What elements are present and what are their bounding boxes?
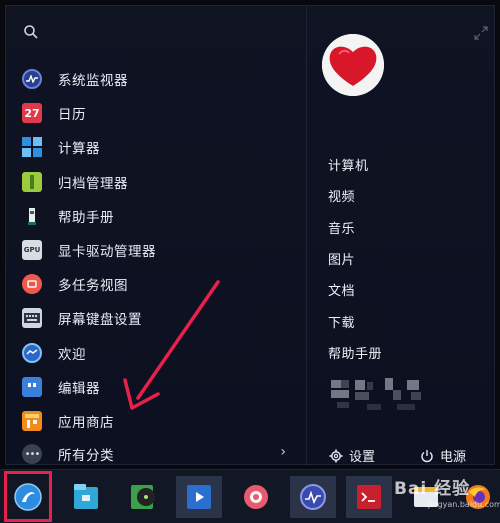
search-icon[interactable]: [23, 24, 39, 40]
taskbar-file-manager[interactable]: [63, 476, 109, 518]
welcome-icon: [22, 342, 42, 363]
app-store-icon: [22, 410, 42, 431]
editor-icon: [22, 376, 42, 397]
app-item-calendar[interactable]: 27 日历: [6, 96, 306, 130]
taskbar-control-center[interactable]: [233, 476, 279, 518]
app-item-multitask-view[interactable]: 多任务视图: [6, 267, 306, 301]
heart-avatar-icon: [322, 34, 384, 96]
app-panel: 系统监视器 27 日历 计算器 归档管理器 帮助手册 GPU 显卡驱动管理器 多…: [6, 6, 306, 466]
app-label: 多任务视图: [58, 278, 128, 295]
app-list: 系统监视器 27 日历 计算器 归档管理器 帮助手册 GPU 显卡驱动管理器 多…: [6, 62, 306, 438]
app-label: 日历: [58, 107, 86, 124]
control-center-icon: [244, 485, 268, 509]
app-item-onscreen-keyboard[interactable]: 屏幕键盘设置: [6, 301, 306, 335]
place-help-manual[interactable]: 帮助手册: [328, 337, 382, 368]
gpu-driver-icon: GPU: [22, 240, 42, 261]
system-monitor-task-icon: [300, 484, 326, 510]
app-item-app-store[interactable]: 应用商店: [6, 404, 306, 438]
app-item-help-manual[interactable]: 帮助手册: [6, 199, 306, 233]
archive-manager-icon: [22, 171, 42, 192]
calculator-icon: [22, 137, 42, 158]
app-item-calculator[interactable]: 计算器: [6, 130, 306, 164]
power-icon: [421, 449, 433, 462]
app-item-system-monitor[interactable]: 系统监视器: [6, 62, 306, 96]
app-label: 欢迎: [58, 346, 86, 363]
app-label: 显卡驱动管理器: [58, 244, 156, 261]
system-monitor-icon: [22, 69, 42, 90]
watermark-url: jingyan.baidu.com: [428, 500, 500, 509]
place-documents[interactable]: 文档: [328, 274, 382, 305]
app-label: 帮助手册: [58, 209, 114, 226]
taskbar-video-player[interactable]: [176, 476, 222, 518]
terminal-icon: [357, 485, 381, 509]
place-downloads[interactable]: 下载: [328, 305, 382, 336]
multitask-view-icon: [22, 274, 42, 295]
music-player-icon: [131, 485, 155, 509]
app-item-welcome[interactable]: 欢迎: [6, 336, 306, 370]
gear-icon: [329, 449, 343, 462]
calendar-icon: 27: [22, 103, 42, 124]
power-label: 电源: [440, 450, 467, 465]
video-player-icon: [187, 485, 211, 509]
more-dots-icon: •••: [22, 444, 42, 464]
place-music[interactable]: 音乐: [328, 212, 382, 243]
place-pictures[interactable]: 图片: [328, 243, 382, 274]
app-label: 计算器: [58, 141, 100, 158]
fullscreen-toggle-icon[interactable]: [474, 26, 488, 40]
launcher-highlight-box: [4, 471, 52, 522]
place-computer[interactable]: 计算机: [328, 149, 382, 180]
watermark: Bai 经验: [394, 479, 471, 499]
blurred-clock: [331, 378, 421, 410]
launcher-menu: 系统监视器 27 日历 计算器 归档管理器 帮助手册 GPU 显卡驱动管理器 多…: [5, 5, 496, 466]
settings-button[interactable]: 设置: [329, 446, 375, 465]
places-list: 计算机 视频 音乐 图片 文档 下载 帮助手册: [328, 149, 382, 368]
taskbar-system-monitor[interactable]: [290, 476, 336, 518]
settings-label: 设置: [349, 450, 376, 465]
user-avatar[interactable]: [322, 34, 384, 96]
power-button[interactable]: 电源: [420, 446, 466, 465]
file-manager-icon: [74, 484, 98, 509]
app-item-archive-manager[interactable]: 归档管理器: [6, 165, 306, 199]
all-categories-button[interactable]: ••• 所有分类 ›: [6, 442, 306, 466]
app-item-gpu-driver[interactable]: GPU 显卡驱动管理器: [6, 233, 306, 267]
help-manual-icon: [22, 206, 42, 226]
app-label: 编辑器: [58, 380, 100, 397]
app-item-editor[interactable]: 编辑器: [6, 370, 306, 404]
all-categories-label: 所有分类: [58, 448, 114, 464]
app-label: 应用商店: [58, 414, 114, 431]
keyboard-icon: [22, 308, 42, 329]
calendar-day: 27: [24, 106, 40, 120]
place-videos[interactable]: 视频: [328, 180, 382, 211]
chevron-right-icon: ›: [280, 444, 286, 460]
app-label: 屏幕键盘设置: [58, 312, 142, 329]
taskbar-music-player[interactable]: [120, 476, 166, 518]
places-panel: 计算机 视频 音乐 图片 文档 下载 帮助手册 设置 电源: [307, 6, 496, 466]
app-label: 归档管理器: [58, 175, 128, 192]
app-label: 系统监视器: [58, 73, 128, 90]
taskbar-terminal[interactable]: [346, 476, 392, 518]
